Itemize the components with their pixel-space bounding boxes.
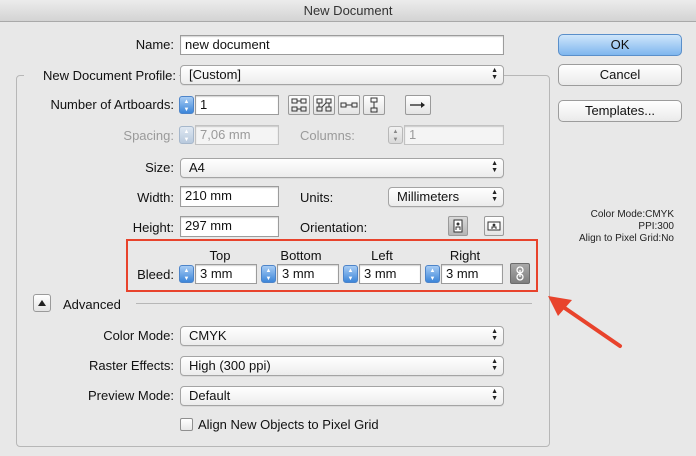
columns-input: 1 (404, 125, 504, 145)
bleed-bottom-input[interactable]: 3 mm (277, 264, 339, 284)
bleed-top-stepper[interactable]: ▲ ▼ (179, 265, 194, 283)
preview-mode-select[interactable]: Default ▲ ▼ (180, 386, 504, 406)
link-bleed-button[interactable] (510, 263, 530, 284)
align-pixel-checkbox[interactable] (180, 418, 193, 431)
size-select[interactable]: A4 ▲ ▼ (180, 158, 504, 178)
height-input[interactable]: 297 mm (180, 216, 279, 237)
templates-button[interactable]: Templates... (558, 100, 682, 122)
info-ppi: PPI:300 (638, 221, 674, 232)
color-mode-label: Color Mode: (103, 328, 174, 343)
updown-arrows-icon: ▲ ▼ (491, 160, 498, 174)
window-title: New Document (0, 0, 696, 22)
bleed-bottom-stepper[interactable]: ▲ ▼ (261, 265, 276, 283)
updown-arrows-icon: ▲ ▼ (491, 189, 498, 203)
raster-effects-select[interactable]: High (300 ppi) ▲ ▼ (180, 356, 504, 376)
advanced-label: Advanced (63, 297, 121, 312)
profile-value: [Custom] (189, 67, 242, 82)
info-align: Align to Pixel Grid:No (578, 233, 674, 244)
artboards-label: Number of Artboards: (50, 97, 174, 112)
artboards-stepper[interactable]: ▲ ▼ (179, 96, 194, 114)
landscape-icon (487, 221, 501, 231)
triangle-up-icon (38, 300, 46, 306)
color-mode-select[interactable]: CMYK ▲ ▼ (180, 326, 504, 346)
updown-arrows-icon: ▲ ▼ (491, 358, 498, 372)
grid-by-column-icon (316, 98, 332, 112)
raster-effects-label: Raster Effects: (88, 358, 174, 373)
name-label: Name: (135, 37, 174, 52)
portrait-button[interactable] (448, 216, 468, 236)
portrait-icon (453, 219, 463, 233)
spacing-label: Spacing: (123, 128, 174, 143)
landscape-button[interactable] (484, 216, 504, 236)
bleed-left-input[interactable]: 3 mm (359, 264, 421, 284)
bleed-top-input[interactable]: 3 mm (195, 264, 257, 284)
arrange-by-row-button[interactable] (338, 95, 360, 115)
bleed-left-label: Left (371, 248, 393, 263)
spacing-input: 7,06 mm (195, 125, 279, 145)
updown-arrows-icon: ▲ ▼ (491, 67, 498, 81)
preview-mode-value: Default (189, 388, 231, 403)
preview-mode-label: Preview Mode: (88, 388, 174, 403)
bleed-right-label: Right (449, 248, 481, 263)
units-label: Units: (300, 190, 334, 205)
height-label: Height: (132, 220, 174, 235)
arrange-by-column-button[interactable] (363, 95, 385, 115)
orientation-label: Orientation: (300, 220, 368, 235)
profile-select[interactable]: [Custom] ▲ ▼ (180, 65, 504, 85)
bleed-right-stepper[interactable]: ▲ ▼ (425, 265, 440, 283)
bleed-bottom-label: Bottom (280, 248, 322, 263)
link-icon (516, 266, 524, 281)
ok-button[interactable]: OK (558, 34, 682, 56)
size-value: A4 (189, 160, 205, 175)
width-input[interactable]: 210 mm (180, 186, 279, 207)
units-select[interactable]: Millimeters ▲ ▼ (388, 187, 504, 207)
advanced-divider (136, 303, 532, 304)
profile-label: New Document Profile: (24, 68, 179, 83)
bleed-left-stepper[interactable]: ▲ ▼ (343, 265, 358, 283)
align-pixel-label: Align New Objects to Pixel Grid (198, 417, 379, 432)
right-to-left-icon (410, 102, 425, 108)
grid-by-row-icon (291, 98, 307, 112)
units-value: Millimeters (397, 189, 460, 204)
artboards-input[interactable]: 1 (195, 95, 279, 115)
layout-direction-button[interactable] (405, 95, 431, 115)
bleed-right-input[interactable]: 3 mm (441, 264, 503, 284)
bleed-top-label: Top (209, 248, 231, 263)
raster-effects-value: High (300 ppi) (189, 358, 271, 373)
color-mode-value: CMYK (189, 328, 227, 343)
name-input[interactable]: new document (180, 35, 504, 55)
annotation-arrow-icon (548, 296, 622, 348)
updown-arrows-icon: ▲ ▼ (491, 328, 498, 342)
width-label: Width: (137, 190, 174, 205)
cancel-button[interactable]: Cancel (558, 64, 682, 86)
arrange-by-column-icon (370, 97, 378, 113)
info-color-mode: Color Mode:CMYK (590, 209, 674, 220)
arrange-by-row-icon (340, 102, 358, 108)
spacing-stepper: ▲ ▼ (179, 126, 194, 144)
grid-by-row-button[interactable] (288, 95, 310, 115)
columns-stepper: ▲ ▼ (388, 126, 403, 144)
advanced-toggle[interactable] (33, 294, 51, 312)
bleed-label: Bleed: (137, 267, 174, 282)
columns-label: Columns: (300, 128, 355, 143)
grid-by-column-button[interactable] (313, 95, 335, 115)
updown-arrows-icon: ▲ ▼ (491, 388, 498, 402)
size-label: Size: (145, 160, 174, 175)
